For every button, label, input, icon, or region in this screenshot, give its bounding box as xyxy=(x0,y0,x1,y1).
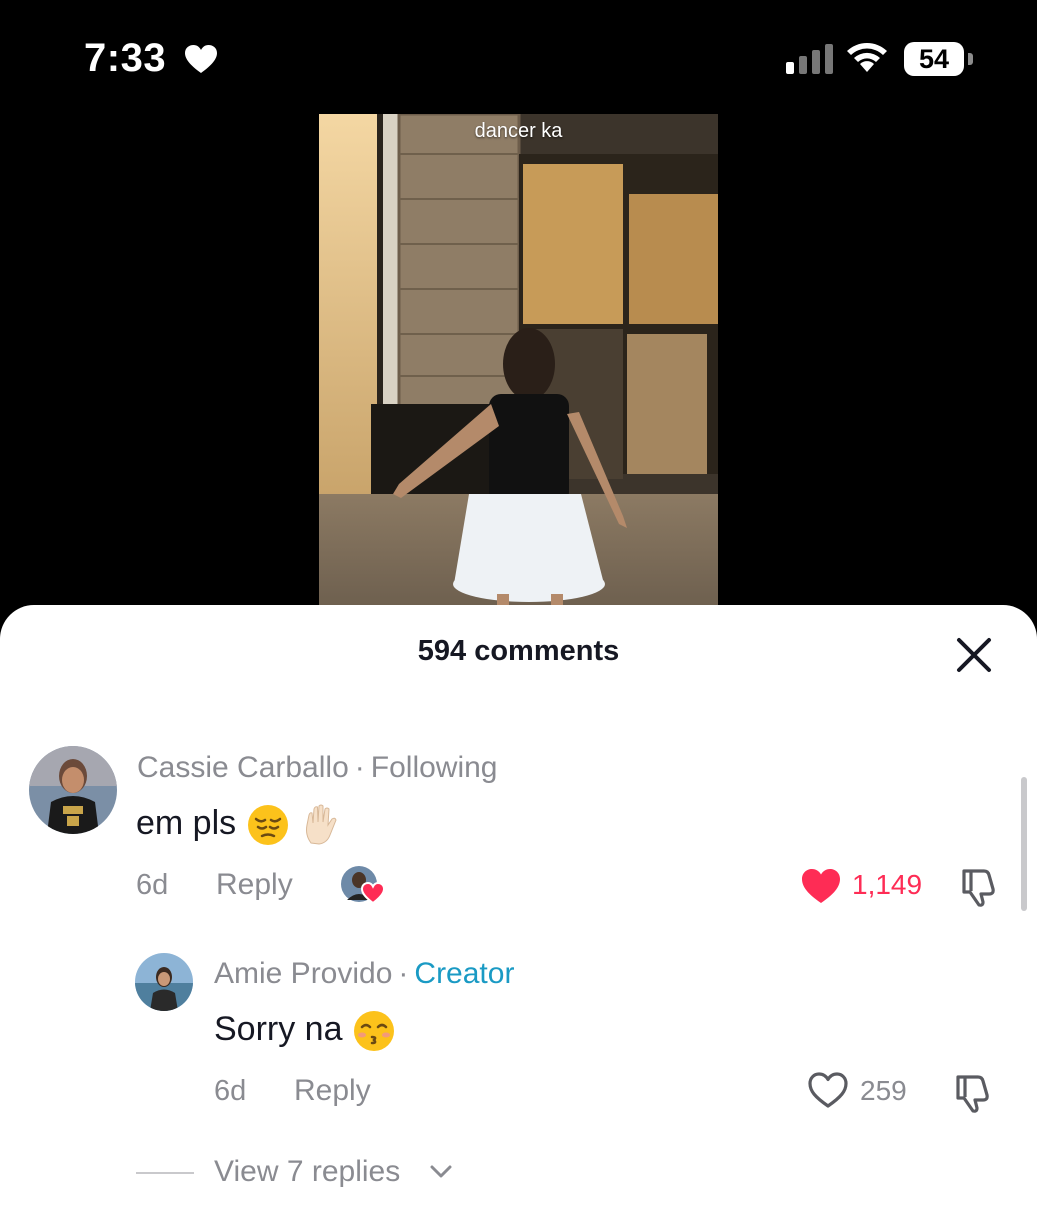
raised-hand-icon xyxy=(306,804,337,845)
like-heart-filled-icon[interactable] xyxy=(800,867,842,905)
battery-level: 54 xyxy=(918,44,950,74)
comment-age: 6d xyxy=(214,1075,247,1107)
like-heart-outline-icon[interactable] xyxy=(807,1071,849,1109)
avatar[interactable] xyxy=(135,953,193,1011)
battery-icon: 54 xyxy=(904,42,964,76)
heart-icon xyxy=(185,45,217,73)
like-count: 1,149 xyxy=(852,869,923,900)
following-label: Following xyxy=(370,751,498,784)
comment-text: Sorry na xyxy=(214,1009,343,1048)
dislike-icon[interactable] xyxy=(952,1071,994,1113)
comment-username[interactable]: Cassie Carballo xyxy=(137,751,349,784)
video-frame xyxy=(319,114,718,606)
dislike-icon[interactable] xyxy=(958,865,1000,907)
comment-age: 6d xyxy=(136,869,169,901)
like-count: 259 xyxy=(860,1075,907,1106)
wifi-icon xyxy=(847,43,887,72)
status-time: 7:33 xyxy=(84,36,167,80)
creator-liked-badge xyxy=(339,864,387,908)
avatar[interactable] xyxy=(29,746,117,834)
view-replies-button[interactable]: View 7 replies xyxy=(214,1155,400,1189)
scrollbar[interactable] xyxy=(1021,777,1027,911)
kissing-face-icon xyxy=(353,1011,394,1051)
cellular-signal-icon xyxy=(786,44,833,74)
chevron-down-icon xyxy=(430,1165,452,1178)
creator-badge: Creator xyxy=(414,957,515,990)
comments-sheet: 594 comments Cassie Carballo · Following e… xyxy=(0,605,1037,1225)
comment-text: em pls xyxy=(136,803,237,842)
pensive-face-icon xyxy=(247,805,288,845)
close-icon[interactable] xyxy=(954,635,994,675)
status-bar: 7:33 54 xyxy=(0,0,1037,112)
comment-username[interactable]: Amie Provido xyxy=(214,957,392,990)
video-caption: dancer ka xyxy=(474,120,563,142)
reply-button[interactable]: Reply xyxy=(294,1074,371,1108)
reply-button[interactable]: Reply xyxy=(216,868,293,902)
heart-icon xyxy=(361,882,385,904)
separator-dot: · xyxy=(354,751,365,784)
battery-indicator: 54 xyxy=(904,42,974,76)
separator-dot: · xyxy=(398,957,409,990)
comments-count-title: 594 comments xyxy=(417,635,620,667)
video-player[interactable]: dancer ka xyxy=(319,114,718,606)
divider xyxy=(136,1172,194,1174)
